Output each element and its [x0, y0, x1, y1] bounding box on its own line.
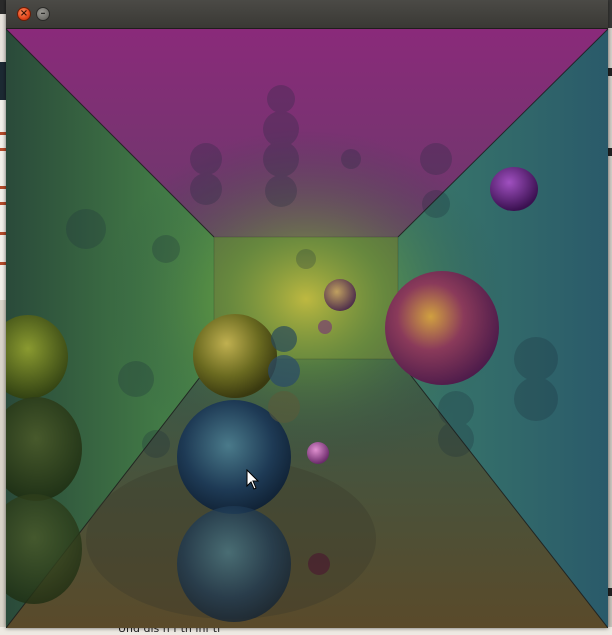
close-icon: ×	[19, 8, 29, 19]
small-sphere	[324, 279, 356, 311]
magenta-sphere	[385, 271, 499, 385]
minimize-button[interactable]: –	[36, 7, 50, 21]
render-window: × –	[6, 0, 608, 628]
title-bar[interactable]: × –	[6, 0, 608, 29]
render-canvas[interactable]	[6, 29, 608, 628]
minimize-icon: –	[40, 8, 46, 19]
purple-sphere	[490, 167, 538, 211]
close-button[interactable]: ×	[17, 7, 31, 21]
pink-sphere	[307, 442, 329, 464]
blue-sphere-reflection	[177, 506, 291, 622]
background-partial-text: Und dis n f th inf ti	[118, 627, 221, 635]
gold-sphere	[193, 314, 277, 398]
arrow-pointer-icon	[246, 469, 260, 490]
background-text-strip: Und dis n f th inf ti	[0, 627, 612, 635]
raytraced-scene	[6, 29, 608, 628]
